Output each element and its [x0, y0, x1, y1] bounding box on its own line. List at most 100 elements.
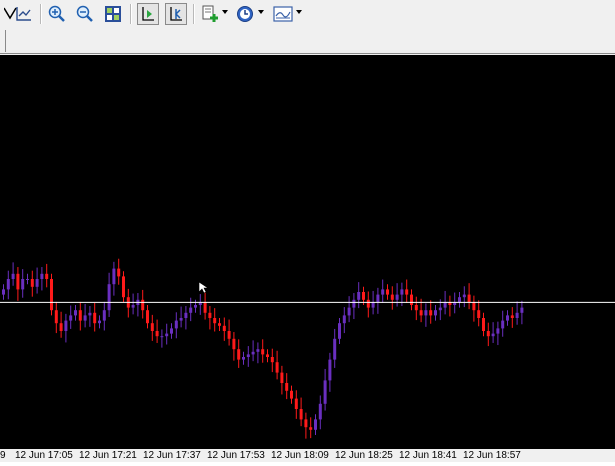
- candle-bearish: [405, 289, 409, 295]
- candle-bullish: [69, 315, 73, 321]
- candle-bullish: [107, 284, 111, 311]
- templates-icon[interactable]: [272, 3, 294, 25]
- x-tick-label: 12 Jun 18:41: [399, 450, 457, 461]
- x-tick-label: 12 Jun 17:05: [15, 450, 73, 461]
- candle-bullish: [501, 320, 505, 329]
- candle-bearish: [16, 273, 20, 290]
- periodicity-icon[interactable]: [234, 3, 256, 25]
- candle-bullish: [160, 336, 164, 338]
- candle-bullish: [314, 419, 317, 430]
- chart-area[interactable]: [0, 55, 615, 462]
- candle-bullish: [338, 323, 341, 339]
- candle-bullish: [251, 351, 255, 355]
- candle-bearish: [78, 310, 82, 321]
- candle-bullish: [438, 307, 442, 311]
- tile-windows-icon[interactable]: [102, 3, 124, 25]
- autoscroll-icon[interactable]: [165, 3, 187, 25]
- x-tick-label: 12 Jun 18:25: [335, 450, 393, 461]
- candle-bullish: [352, 299, 356, 308]
- candle-bearish: [285, 383, 289, 391]
- candle-bearish: [467, 294, 471, 303]
- candle-bearish: [366, 299, 370, 308]
- candle-bearish: [203, 302, 207, 313]
- chart-shift-icon[interactable]: [137, 3, 159, 25]
- candle-bullish: [179, 318, 183, 321]
- candle-bearish: [429, 310, 433, 316]
- candle-bearish: [227, 331, 231, 339]
- candle-bearish: [299, 409, 303, 420]
- candle-bullish: [458, 297, 461, 303]
- chart-tab-edge[interactable]: [0, 30, 6, 52]
- candle-bearish: [390, 294, 394, 300]
- candle-bullish: [491, 333, 495, 337]
- chevron-down-icon[interactable]: [296, 10, 302, 14]
- candle-bearish: [386, 289, 389, 295]
- candle-bearish: [155, 331, 159, 337]
- time-axis: 9 12 Jun 17:05 12 Jun 17:21 12 Jun 17:37…: [0, 449, 615, 462]
- candle-bullish: [11, 273, 15, 279]
- zoom-out-icon[interactable]: [74, 3, 96, 25]
- candle-bearish: [472, 302, 476, 311]
- candle-bearish: [266, 354, 269, 357]
- candle-bullish: [6, 279, 10, 290]
- candle-bullish: [381, 289, 385, 295]
- x-tick-label: 12 Jun 17:37: [143, 450, 201, 461]
- candle-bearish: [419, 310, 423, 316]
- x-tick-label: 12 Jun 17:53: [207, 450, 265, 461]
- candle-bullish: [342, 315, 346, 324]
- candle-bearish: [93, 312, 97, 324]
- candle-bullish: [189, 307, 193, 313]
- candle-bearish: [117, 268, 121, 277]
- candle-bullish: [506, 315, 509, 321]
- candlestick-chart: [0, 258, 615, 439]
- candle-bullish: [462, 294, 466, 298]
- candle-bullish: [83, 315, 87, 321]
- candle-bullish: [318, 403, 322, 420]
- candle-bearish: [30, 279, 34, 287]
- candle-bearish: [45, 273, 49, 279]
- candle-bullish: [242, 357, 245, 360]
- candle-bearish: [280, 372, 284, 383]
- candle-bearish: [237, 349, 241, 360]
- candle-bearish: [54, 310, 58, 324]
- candle-bullish: [184, 312, 188, 318]
- candle-bearish: [59, 323, 63, 331]
- candle-bullish: [328, 359, 332, 381]
- toolbar-separator: [40, 4, 42, 24]
- candle-bullish: [395, 294, 399, 300]
- chevron-down-icon[interactable]: [222, 10, 228, 14]
- candle-bearish: [486, 331, 490, 337]
- candle-bearish: [275, 362, 279, 373]
- candle-bearish: [410, 294, 413, 305]
- candle-bearish: [362, 292, 365, 300]
- chevron-down-icon[interactable]: [258, 10, 264, 14]
- period-separators-icon[interactable]: [13, 3, 35, 25]
- candle-bullish: [357, 292, 361, 300]
- candle-bullish: [376, 294, 380, 303]
- candle-bearish: [270, 357, 274, 363]
- candle-bearish: [218, 323, 221, 326]
- toolbar-separator: [130, 4, 132, 24]
- candle-bearish: [477, 310, 481, 318]
- candle-bullish: [131, 305, 135, 308]
- chart-tab-strip: [0, 29, 615, 55]
- candle-bullish: [26, 279, 29, 280]
- candle-bearish: [261, 349, 265, 355]
- candle-bearish: [50, 279, 53, 311]
- candle-bearish: [208, 312, 212, 318]
- candle-bullish: [347, 307, 351, 316]
- candle-bullish: [434, 310, 437, 316]
- candle-bearish: [222, 325, 226, 331]
- mouse-cursor-icon: [198, 281, 209, 294]
- candle-bullish: [443, 302, 447, 308]
- x-tick-label: 12 Jun 18:09: [271, 450, 329, 461]
- toolbar-separator: [193, 4, 195, 24]
- candle-bullish: [112, 268, 116, 285]
- x-tick-label: 12 Jun 18:57: [463, 450, 521, 461]
- candle-bearish: [232, 338, 236, 350]
- zoom-in-icon[interactable]: [46, 3, 68, 25]
- new-order-icon[interactable]: [199, 3, 221, 25]
- candle-bearish: [122, 276, 125, 298]
- candle-bullish: [2, 289, 5, 295]
- candle-bullish: [64, 320, 68, 331]
